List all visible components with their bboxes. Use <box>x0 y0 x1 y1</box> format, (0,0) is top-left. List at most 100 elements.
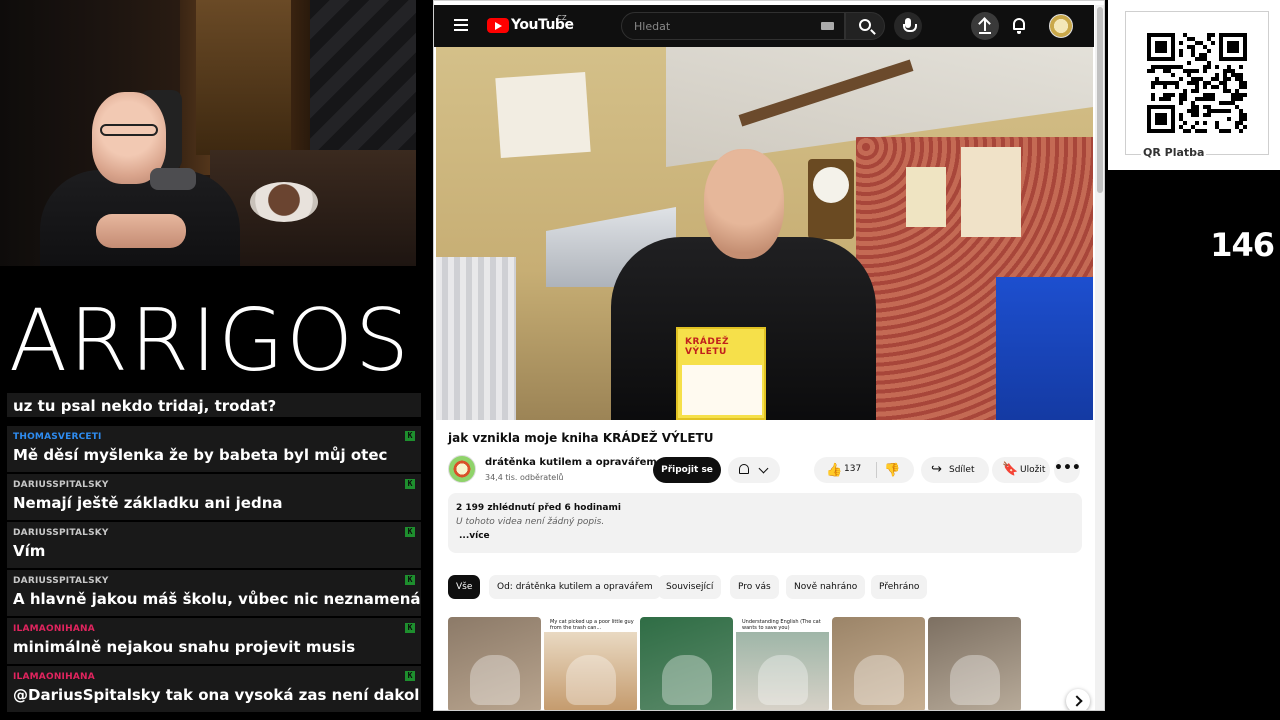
thumbnail-animal <box>470 655 520 705</box>
chat-message: DARIUSSPITALSKY A hlavně jakou máš školu,… <box>7 570 421 616</box>
streamer-hands <box>96 214 186 248</box>
dislike-icon[interactable]: 👎 <box>884 463 900 478</box>
video-title: jak vznikla moje kniha KRÁDEŽ VÝLETU <box>448 431 714 445</box>
qr-payment-panel: QR Platba <box>1108 0 1280 170</box>
like-dislike-group: 👍 137 👎 <box>814 457 914 483</box>
chat-username: ILAMAONIHANA <box>13 624 95 634</box>
upload-icon[interactable] <box>971 12 999 40</box>
video-thumbnail[interactable]: My cat picked up a poor little guy from … <box>544 617 637 710</box>
chat-text: A hlavně jakou máš školu, vůbec nic nezn… <box>13 590 421 608</box>
chat-message: ILAMAONIHANA @DariusSpitalsky tak ona vys… <box>7 666 421 712</box>
thumbnail-animal <box>950 655 1000 705</box>
save-button[interactable]: 🔖 Uložit <box>992 457 1050 483</box>
filter-chip[interactable]: Související <box>658 575 722 599</box>
channel-avatar[interactable] <box>448 455 476 483</box>
like-count[interactable]: 137 <box>844 464 861 474</box>
chat-message: DARIUSSPITALSKY Vím K <box>7 522 421 568</box>
kick-badge-icon: K <box>405 527 415 537</box>
arrigos-logo: ARRIGOS <box>9 291 411 391</box>
youtube-logo-icon[interactable] <box>487 18 509 33</box>
video-thumbnail[interactable] <box>640 617 733 710</box>
more-actions-button[interactable]: ••• <box>1054 457 1081 483</box>
thumbnail-animal <box>854 655 904 705</box>
microphone <box>150 168 196 190</box>
chat-message: DARIUSSPITALSKY Nemají ještě základku ani… <box>7 474 421 520</box>
scrollbar[interactable] <box>1095 5 1104 710</box>
chat-message: uz tu psal nekdo tridaj, trodat? <box>7 393 421 417</box>
show-more-link[interactable]: ...více <box>459 531 490 541</box>
chevron-down-icon <box>758 463 769 474</box>
channel-name[interactable]: drátěnka kutilem a opravářem <box>485 457 657 468</box>
chat-message: ILAMAONIHANA minimálně nejakou snahu proj… <box>7 618 421 664</box>
thumbnail-animal <box>566 655 616 705</box>
share-icon: ↪ <box>931 462 942 477</box>
youtube-header: YouTube CZ <box>434 5 1094 47</box>
chat-username: THOMASVERCETI <box>13 432 102 442</box>
kick-badge-icon: K <box>405 479 415 489</box>
account-avatar[interactable] <box>1049 14 1073 38</box>
chat-username: DARIUSSPITALSKY <box>13 576 109 586</box>
stream-canvas: ARRIGOS uz tu psal nekdo tridaj, trodat?… <box>0 0 1280 720</box>
chat-text: uz tu psal nekdo tridaj, trodat? <box>13 397 277 415</box>
subscription-bell-button[interactable] <box>728 457 780 483</box>
search-button[interactable] <box>845 12 885 40</box>
join-button[interactable]: Připojit se <box>653 457 721 483</box>
viewer-count: 146 <box>1210 226 1275 264</box>
search-icon <box>859 19 871 31</box>
video-thumbnail[interactable] <box>832 617 925 710</box>
kick-badge-icon: K <box>405 671 415 681</box>
glasses <box>100 124 158 136</box>
wall-drawing <box>495 71 591 159</box>
search-box[interactable] <box>621 12 845 40</box>
presenter-head <box>704 149 784 259</box>
chat-overlay: uz tu psal nekdo tridaj, trodat? THOMASVE… <box>0 392 428 720</box>
filter-chip[interactable]: Vše <box>448 575 481 599</box>
logo-text: ARRIGOS <box>9 291 411 391</box>
bell-icon <box>739 464 749 474</box>
voice-search-icon[interactable] <box>894 12 922 40</box>
video-thumbnail[interactable] <box>448 617 541 710</box>
kick-badge-icon: K <box>405 575 415 585</box>
book-cover: KRÁDEŽ VÝLETU <box>676 327 766 420</box>
video-thumbnail[interactable]: Understanding English (The cat wants to … <box>736 617 829 710</box>
qr-label: QR Platba <box>1141 146 1207 159</box>
qr-code <box>1147 33 1247 133</box>
chat-text: @DariusSpitalsky tak ona vysoká zas není… <box>13 686 420 704</box>
chat-text: Vím <box>13 542 46 560</box>
keyboard-icon[interactable] <box>821 22 834 30</box>
subscriber-count: 34,4 tis. odběratelů <box>485 473 564 482</box>
thumbnail-caption: My cat picked up a poor little guy from … <box>550 619 634 631</box>
bookmark-icon: 🔖 <box>1002 462 1019 477</box>
view-stats: 2 199 zhlédnutí před 6 hodinami <box>456 503 621 513</box>
chat-username: ILAMAONIHANA <box>13 672 95 682</box>
kick-badge-icon: K <box>405 623 415 633</box>
filter-chip[interactable]: Pro vás <box>730 575 779 599</box>
notifications-icon[interactable] <box>1013 18 1025 30</box>
thumbnail-animal <box>758 655 808 705</box>
webcam-feed <box>0 0 416 266</box>
search-input[interactable] <box>634 18 814 34</box>
filter-chip[interactable]: Nově nahráno <box>786 575 866 599</box>
thumbnail-caption: Understanding English (The cat wants to … <box>742 619 821 631</box>
chat-message: THOMASVERCETI Mě děsí myšlenka že by babe… <box>7 426 421 472</box>
chat-text: Nemají ještě základku ani jedna <box>13 494 283 512</box>
description-box[interactable]: 2 199 zhlédnutí před 6 hodinami U tohoto… <box>448 493 1082 553</box>
chat-username: DARIUSSPITALSKY <box>13 528 109 538</box>
browser-window: YouTube CZ Hledat KRÁDEŽ VÝLETU jak vzni… <box>433 0 1105 711</box>
video-player[interactable]: KRÁDEŽ VÝLETU <box>436 47 1093 420</box>
next-arrow-icon[interactable] <box>1066 689 1090 710</box>
chat-text: Mě děsí myšlenka že by babeta byl můj ot… <box>13 446 388 464</box>
filter-chip[interactable]: Od: drátěnka kutilem a opravářem <box>489 575 661 599</box>
region-code: CZ <box>557 14 567 22</box>
bowl <box>250 182 318 222</box>
video-thumbnail[interactable] <box>928 617 1021 710</box>
filter-chip[interactable]: Přehráno <box>871 575 928 599</box>
kick-badge-icon: K <box>405 431 415 441</box>
wall-clock <box>808 159 854 239</box>
menu-icon[interactable] <box>454 19 468 31</box>
chat-username: DARIUSSPITALSKY <box>13 480 109 490</box>
share-button[interactable]: ↪ Sdílet <box>921 457 989 483</box>
like-icon[interactable]: 👍 <box>826 463 842 478</box>
description-text: U tohoto videa není žádný popis. <box>456 517 605 527</box>
chat-text: minimálně nejakou snahu projevit musis <box>13 638 356 656</box>
